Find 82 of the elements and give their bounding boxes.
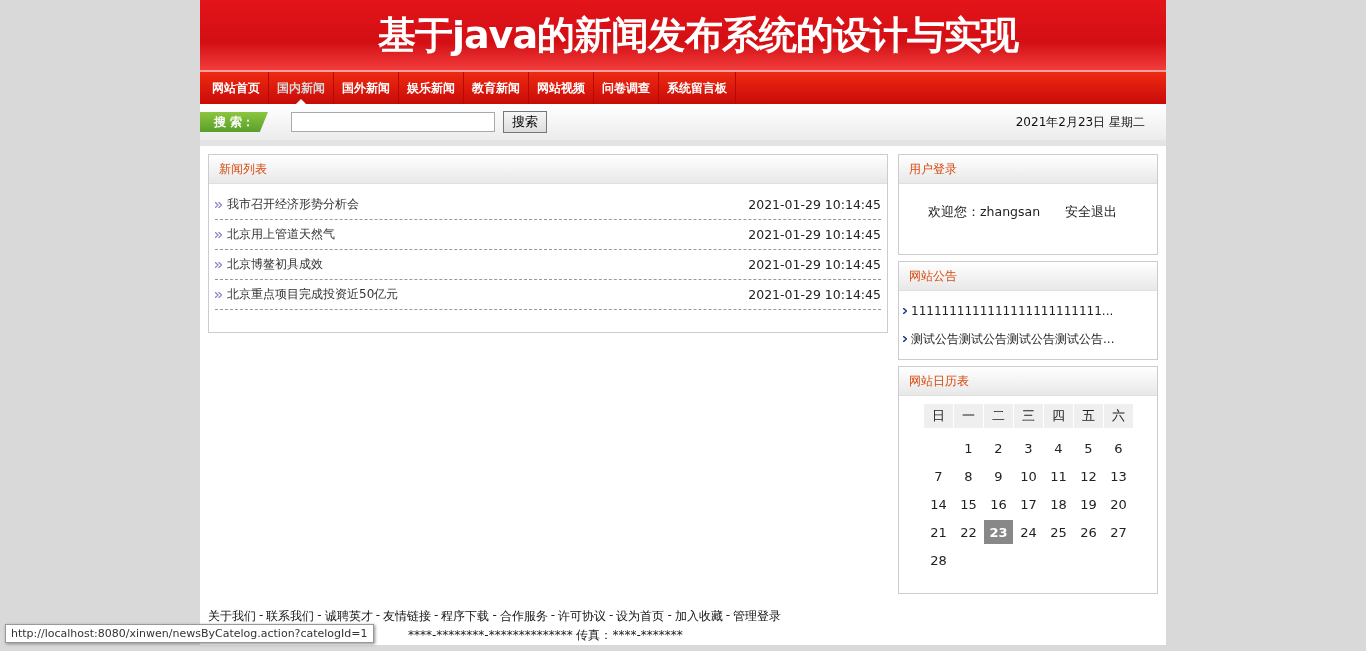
double-chevron-icon [215, 201, 222, 208]
footer-link[interactable]: 管理登录 [733, 608, 782, 625]
calendar-day[interactable]: 10 [1014, 464, 1043, 488]
panel-title: 新闻列表 [219, 160, 267, 178]
logout-link[interactable]: 安全退出 [1065, 203, 1118, 221]
footer-link[interactable]: 合作服务 [499, 608, 548, 625]
footer-link[interactable]: 许可协议 [558, 608, 607, 625]
calendar-day[interactable]: 3 [1014, 436, 1043, 460]
calendar-day[interactable]: 26 [1074, 520, 1103, 544]
calendar-day[interactable]: 13 [1104, 464, 1133, 488]
calendar-day[interactable]: 14 [924, 492, 953, 516]
footer-link[interactable]: 程序下载 [441, 608, 490, 625]
notice-link[interactable]: 1111111111111111111111111... [911, 304, 1114, 318]
calendar-day[interactable]: 5 [1074, 436, 1103, 460]
link-separator: - [375, 608, 381, 624]
calendar-day[interactable]: 9 [984, 464, 1013, 488]
panel-title: 用户登录 [909, 160, 957, 178]
calendar-day[interactable]: 24 [1014, 520, 1043, 544]
panel-title: 网站日历表 [909, 372, 969, 390]
calendar-day[interactable]: 27 [1104, 520, 1133, 544]
chevron-icon [903, 336, 907, 342]
weekday-header: 四 [1044, 404, 1073, 428]
link-separator: - [259, 608, 264, 624]
welcome-text: 欢迎您：zhangsan [928, 203, 1041, 221]
link-separator: - [609, 608, 614, 624]
calendar-day[interactable]: 2 [984, 436, 1013, 460]
calendar-day[interactable]: 1 [954, 436, 983, 460]
link-separator: - [492, 608, 497, 624]
calendar-day[interactable]: 22 [954, 520, 983, 544]
current-date: 2021年2月23日 星期二 [1015, 113, 1145, 131]
footer-link[interactable]: 联系我们 [266, 608, 315, 625]
status-url-tooltip: http://localhost:8080/xinwen/newsByCatelog.action?catelogId=1 [5, 624, 374, 643]
footer-link[interactable]: 加入收藏 [674, 608, 723, 625]
calendar-day[interactable]: 25 [1044, 520, 1073, 544]
calendar-day[interactable]: 21 [924, 520, 953, 544]
calendar-day[interactable]: 19 [1074, 492, 1103, 516]
footer-link[interactable]: 设为首页 [616, 608, 665, 625]
link-separator: - [725, 608, 731, 624]
calendar-day[interactable]: 7 [924, 464, 953, 488]
news-link[interactable]: 北京博鳌初具成效 [227, 256, 323, 273]
news-time: 2021-01-29 10:14:45 [748, 257, 881, 272]
calendar-day[interactable]: 17 [1014, 492, 1043, 516]
news-link[interactable]: 北京重点项目完成投资近50亿元 [227, 286, 399, 303]
weekday-header: 六 [1104, 404, 1133, 428]
footer-link[interactable]: 诚聘英才 [324, 608, 373, 625]
calendar-day[interactable]: 8 [954, 464, 983, 488]
search-field[interactable] [291, 112, 495, 132]
footer-link[interactable]: 友情链接 [383, 608, 432, 625]
calendar-day[interactable]: 18 [1044, 492, 1073, 516]
notice-link[interactable]: 测试公告测试公告测试公告测试公告... [911, 330, 1115, 348]
calendar-day[interactable]: 11 [1044, 464, 1073, 488]
calendar-day[interactable]: 16 [984, 492, 1013, 516]
news-time: 2021-01-29 10:14:45 [748, 287, 881, 302]
link-separator: - [550, 608, 556, 624]
panel-title: 网站公告 [909, 267, 957, 285]
weekday-header: 五 [1074, 404, 1103, 428]
news-time: 2021-01-29 10:14:45 [748, 197, 881, 212]
news-link[interactable]: 我市召开经济形势分析会 [227, 196, 359, 213]
calendar-day[interactable]: 20 [1104, 492, 1133, 516]
footer-link[interactable]: 关于我们 [208, 608, 256, 625]
calendar-day[interactable]: 15 [954, 492, 983, 516]
calendar-day[interactable]: 12 [1074, 464, 1103, 488]
weekday-header: 一 [954, 404, 983, 428]
search-button[interactable]: 搜索 [503, 111, 547, 133]
calendar-day[interactable]: 4 [1044, 436, 1073, 460]
link-separator: - [434, 608, 439, 624]
news-time: 2021-01-29 10:14:45 [748, 227, 881, 242]
link-separator: - [317, 608, 322, 624]
chevron-icon [903, 308, 907, 314]
news-link[interactable]: 北京用上管道天然气 [227, 226, 335, 243]
link-separator: - [667, 608, 672, 624]
double-chevron-icon [215, 291, 222, 298]
calendar-day[interactable]: 6 [1104, 436, 1133, 460]
double-chevron-icon [215, 261, 222, 268]
site-title: 基于java的新闻发布系统的设计与实现 [376, 11, 1019, 59]
weekday-header: 日 [924, 404, 953, 428]
search-label: 搜 索： [200, 112, 268, 132]
weekday-header: 二 [984, 404, 1013, 428]
double-chevron-icon [215, 231, 222, 238]
calendar-day[interactable]: 28 [924, 548, 953, 572]
calendar-day[interactable]: 23 [984, 520, 1013, 544]
weekday-header: 三 [1014, 404, 1043, 428]
